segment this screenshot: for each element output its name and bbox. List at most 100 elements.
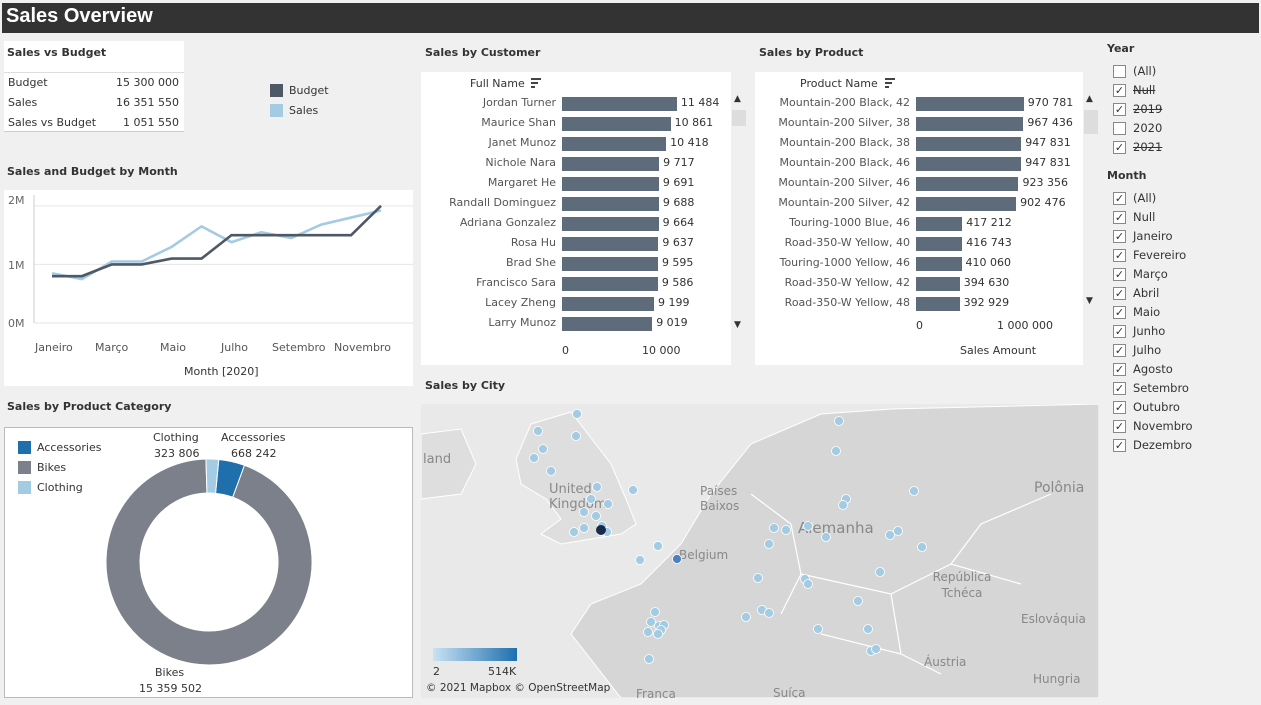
city-dot[interactable] [653,629,663,639]
city-dot[interactable] [764,539,774,549]
city-dot[interactable] [546,466,556,476]
city-dot[interactable] [653,541,663,551]
customer-label[interactable]: Brad She [506,256,556,269]
city-dot[interactable] [813,624,823,634]
product-bar[interactable] [916,257,962,271]
city-dot[interactable] [803,521,813,531]
city-dot[interactable] [579,507,589,517]
checkbox-month-4[interactable]: ✓ [1113,268,1126,281]
city-dot[interactable] [646,617,656,627]
customer-header[interactable]: Full Name [470,77,525,90]
checkbox-year-3[interactable] [1113,122,1126,135]
product-bar[interactable] [916,217,963,231]
product-label[interactable]: Mountain-200 Black, 42 [780,96,910,109]
city-dot[interactable] [853,596,863,606]
product-label[interactable]: Touring-1000 Blue, 46 [789,216,910,229]
map-attribution[interactable]: © 2021 Mapbox © OpenStreetMap [426,682,610,694]
city-dot[interactable] [635,555,645,565]
customer-label[interactable]: Janet Munoz [489,136,556,149]
city-dot[interactable] [893,526,903,536]
checkbox-month-6[interactable]: ✓ [1113,306,1126,319]
city-dot[interactable] [831,446,841,456]
product-label[interactable]: Mountain-200 Silver, 42 [778,196,910,209]
city-dot[interactable] [875,567,885,577]
city-dot[interactable] [821,532,831,542]
customer-bar[interactable] [562,97,677,111]
checkbox-month-5[interactable]: ✓ [1113,287,1126,300]
customer-label[interactable]: Maurice Shan [481,116,556,129]
checkbox-month-2[interactable]: ✓ [1113,230,1126,243]
checkbox-month-13[interactable]: ✓ [1113,439,1126,452]
checkbox-year-2[interactable]: ✓ [1113,103,1126,116]
city-dot[interactable] [592,482,602,492]
sort-icon[interactable] [885,78,895,88]
customer-label[interactable]: Nichole Nara [485,156,556,169]
city-dot[interactable] [643,627,653,637]
city-dot[interactable] [863,624,873,634]
customer-label[interactable]: Randall Dominguez [449,196,556,209]
customer-scrollbar[interactable] [731,94,745,334]
customer-label[interactable]: Margaret He [488,176,556,189]
checkbox-month-7[interactable]: ✓ [1113,325,1126,338]
city-dot[interactable] [579,523,589,533]
scroll-thumb[interactable] [1084,110,1098,134]
scroll-down-icon[interactable]: ▼ [734,320,741,330]
product-bar[interactable] [916,97,1024,111]
city-dot[interactable] [741,612,751,622]
product-label[interactable]: Mountain-200 Black, 46 [780,156,910,169]
customer-bar[interactable] [562,217,659,231]
filter-label[interactable]: Setembro [1133,381,1189,395]
product-bar[interactable] [916,137,1022,151]
city-dot[interactable] [781,525,791,535]
checkbox-year-1[interactable]: ✓ [1113,84,1126,97]
filter-label[interactable]: Junho [1133,324,1165,338]
product-bar[interactable] [916,177,1019,191]
city-dot[interactable] [909,486,919,496]
customer-label[interactable]: Larry Munoz [488,316,556,329]
city-dot[interactable] [571,431,581,441]
customer-bar[interactable] [562,237,659,251]
city-dot[interactable] [838,500,848,510]
checkbox-year-0[interactable] [1113,65,1126,78]
checkbox-month-10[interactable]: ✓ [1113,382,1126,395]
product-bar[interactable] [916,237,963,251]
customer-bar[interactable] [562,257,658,271]
city-dot[interactable] [769,523,779,533]
city-dot[interactable] [885,530,895,540]
customer-bar[interactable] [562,177,659,191]
product-bar[interactable] [916,197,1017,211]
customer-bar[interactable] [562,157,660,171]
city-dot[interactable] [672,554,682,564]
city-dot[interactable] [803,579,813,589]
city-dot[interactable] [603,499,613,509]
product-bar[interactable] [916,117,1024,131]
series-line-budget[interactable] [52,204,382,278]
city-dot[interactable] [628,485,638,495]
filter-label[interactable]: Novembro [1133,419,1193,433]
product-header[interactable]: Product Name [800,77,878,90]
filter-label[interactable]: Abril [1133,286,1159,300]
checkbox-month-9[interactable]: ✓ [1113,363,1126,376]
scroll-thumb[interactable] [732,110,746,126]
product-bar[interactable] [916,277,960,291]
city-dot[interactable] [644,654,654,664]
customer-label[interactable]: Adriana Gonzalez [460,216,556,229]
scroll-up-icon[interactable]: ▲ [734,94,741,104]
product-bar[interactable] [916,157,1022,171]
filter-label[interactable]: Janeiro [1133,229,1173,243]
product-label[interactable]: Mountain-200 Black, 38 [780,136,910,149]
city-dot[interactable] [917,542,927,552]
city-dot[interactable] [533,426,543,436]
city-dot[interactable] [650,607,660,617]
filter-label[interactable]: 2020 [1133,121,1162,135]
city-dot[interactable] [569,527,579,537]
customer-bar[interactable] [562,297,654,311]
customer-label[interactable]: Francisco Sara [476,276,556,289]
filter-label[interactable]: Maio [1133,305,1160,319]
checkbox-month-12[interactable]: ✓ [1113,420,1126,433]
scroll-down-icon[interactable]: ▼ [1086,296,1093,306]
customer-label[interactable]: Lacey Zheng [485,296,556,309]
filter-label[interactable]: Julho [1133,343,1161,357]
filter-label[interactable]: 2019 [1133,102,1162,116]
customer-bar[interactable] [562,317,653,331]
